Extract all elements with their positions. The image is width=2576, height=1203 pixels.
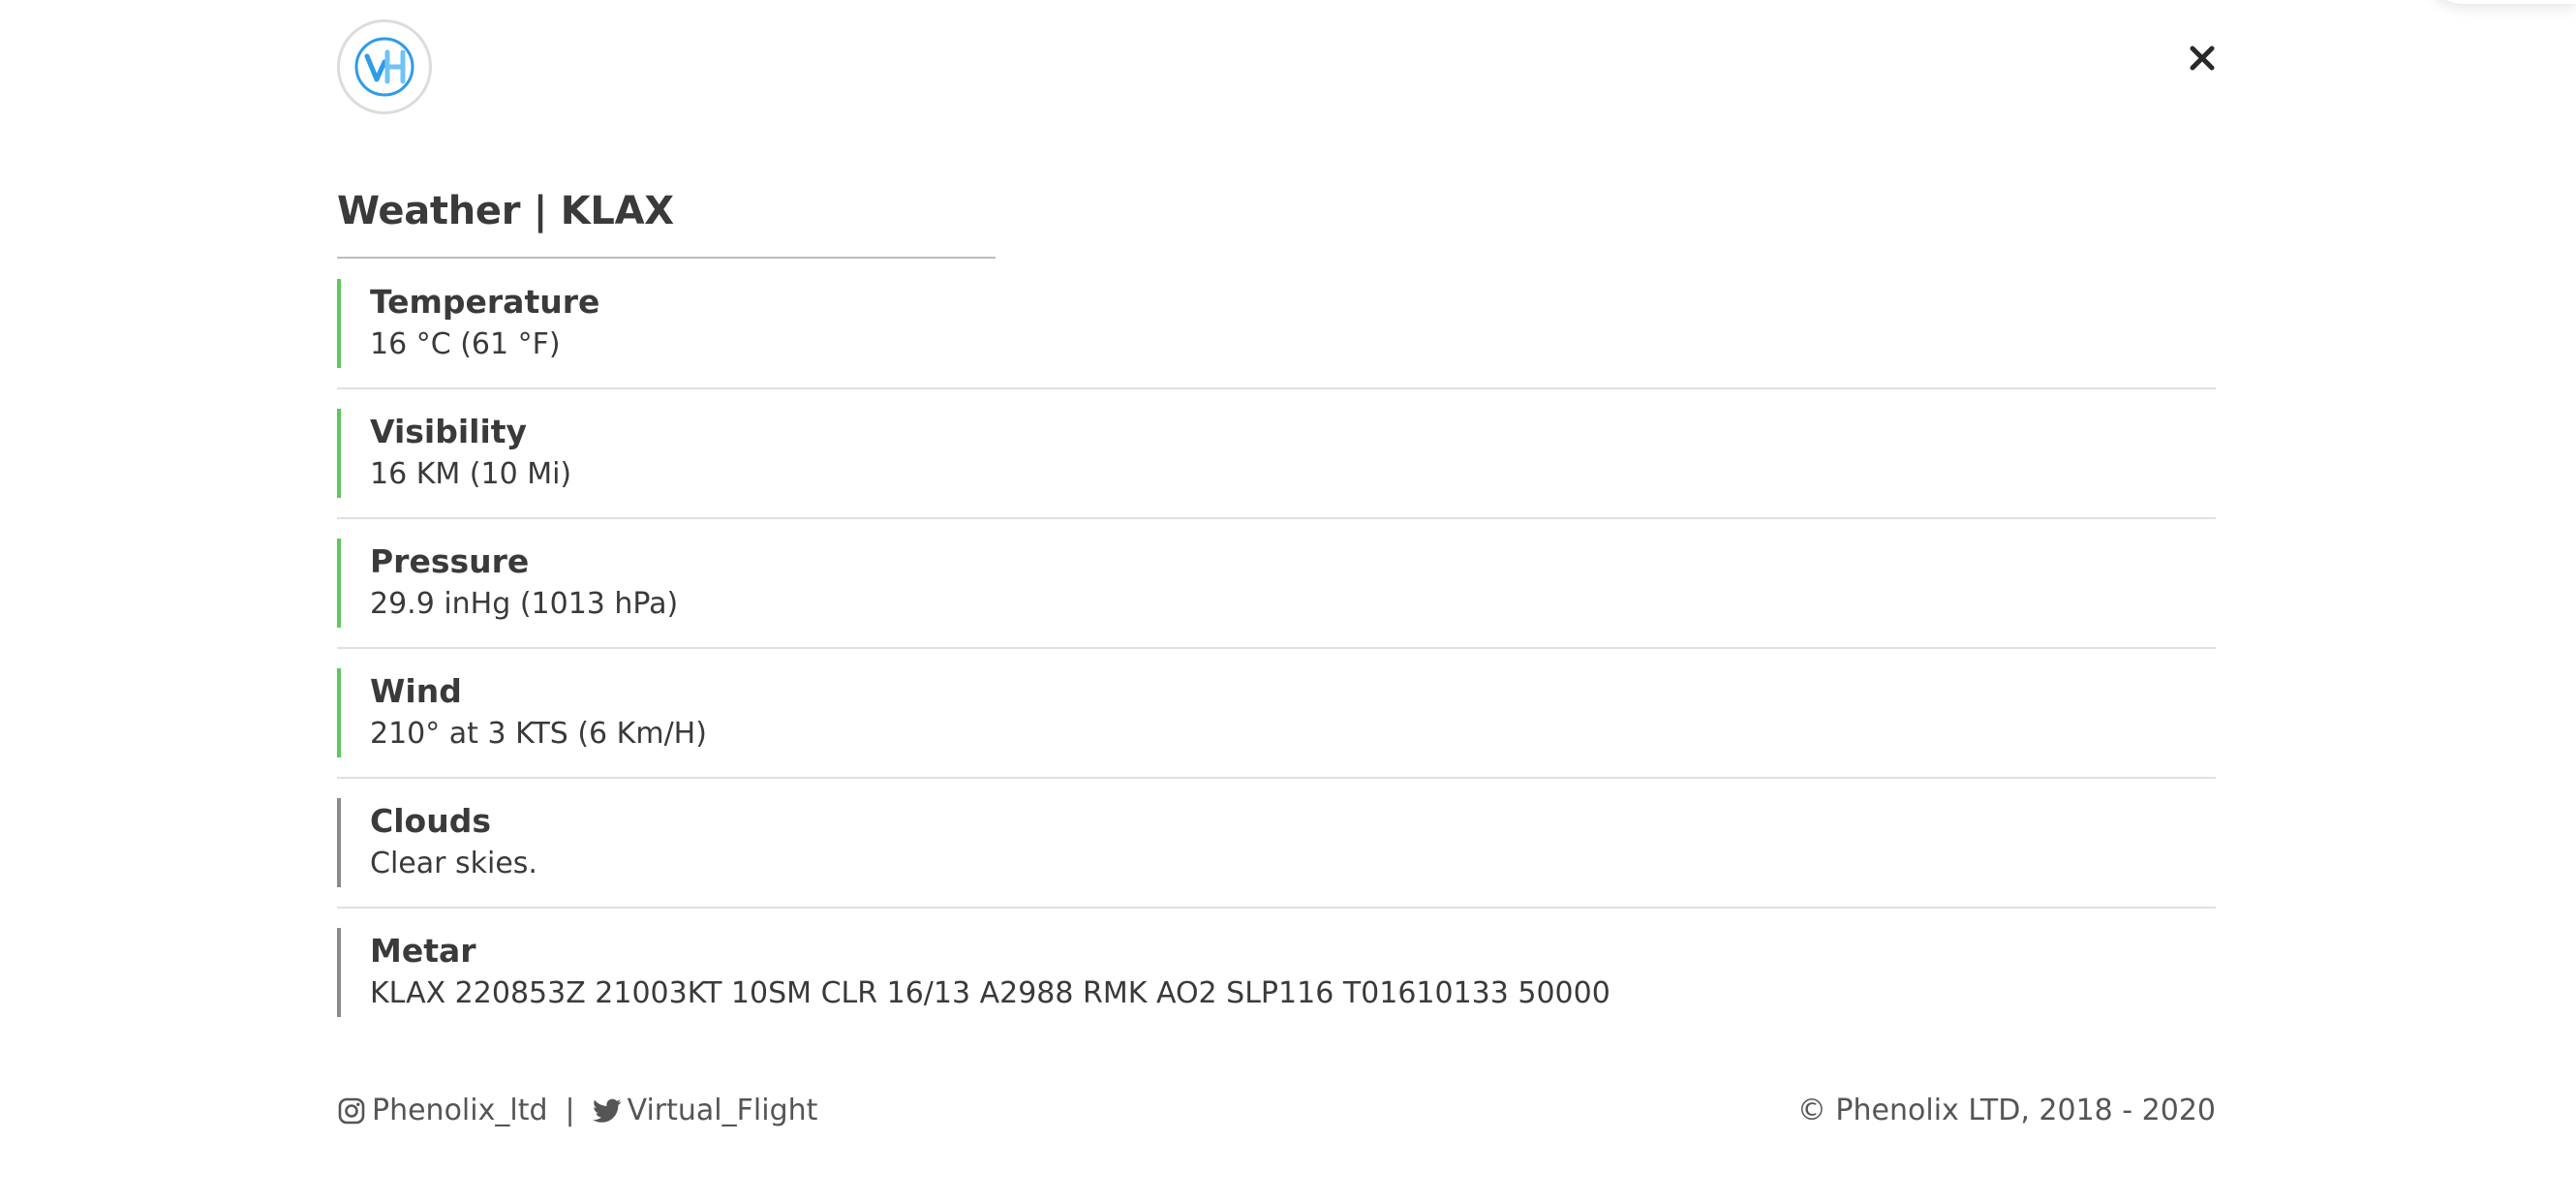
row-label: Pressure: [370, 542, 530, 580]
row-value: KLAX 220853Z 21003KT 10SM CLR 16/13 A298…: [370, 976, 1610, 1010]
weather-row-clouds: Clouds Clear skies.: [337, 779, 2216, 909]
status-bar: [337, 409, 341, 498]
status-bar: [337, 928, 341, 1017]
instagram-link[interactable]: Phenolix_ltd: [372, 1091, 548, 1131]
footer-separator: |: [565, 1094, 575, 1127]
weather-row-pressure: Pressure 29.9 inHg (1013 hPa): [337, 519, 2216, 649]
weather-panel: Weather | KLAX Temperature 16 °C (61 °F)…: [337, 0, 2216, 1203]
social-links: Phenolix_ltd | Virtual_Flight: [337, 1091, 817, 1131]
row-value: 16 °C (61 °F): [370, 327, 561, 361]
row-value: Clear skies.: [370, 847, 537, 880]
twitter-icon: [592, 1096, 622, 1126]
twitter-link[interactable]: Virtual_Flight: [628, 1091, 818, 1131]
footer: Phenolix_ltd | Virtual_Flight © Phenolix…: [337, 1091, 2216, 1131]
title-divider: [337, 257, 996, 259]
row-value: 16 KM (10 Mi): [370, 457, 572, 491]
row-label: Temperature: [370, 283, 600, 321]
status-bar: [337, 279, 341, 368]
weather-row-temperature: Temperature 16 °C (61 °F): [337, 260, 2216, 389]
copyright: © Phenolix LTD, 2018 - 2020: [1796, 1094, 2216, 1127]
weather-row-metar: Metar KLAX 220853Z 21003KT 10SM CLR 16/1…: [337, 909, 2216, 1038]
row-label: Clouds: [370, 802, 491, 840]
weather-row-visibility: Visibility 16 KM (10 Mi): [337, 389, 2216, 519]
corner-overlay: [2421, 0, 2576, 4]
status-bar: [337, 539, 341, 628]
close-icon: [2190, 46, 2215, 71]
row-label: Wind: [370, 672, 462, 710]
weather-list: Temperature 16 °C (61 °F) Visibility 16 …: [337, 260, 2216, 1038]
weather-row-wind: Wind 210° at 3 KTS (6 Km/H): [337, 649, 2216, 779]
row-label: Metar: [370, 932, 476, 970]
instagram-icon: [337, 1096, 366, 1126]
page-title: Weather | KLAX: [337, 189, 674, 233]
row-value: 210° at 3 KTS (6 Km/H): [370, 717, 707, 751]
status-bar: [337, 668, 341, 757]
row-value: 29.9 inHg (1013 hPa): [370, 587, 679, 621]
close-button[interactable]: [2189, 45, 2216, 72]
app-logo[interactable]: [337, 19, 432, 114]
row-label: Visibility: [370, 413, 528, 450]
status-bar: [337, 798, 341, 887]
vh-logo-icon: [354, 37, 414, 97]
